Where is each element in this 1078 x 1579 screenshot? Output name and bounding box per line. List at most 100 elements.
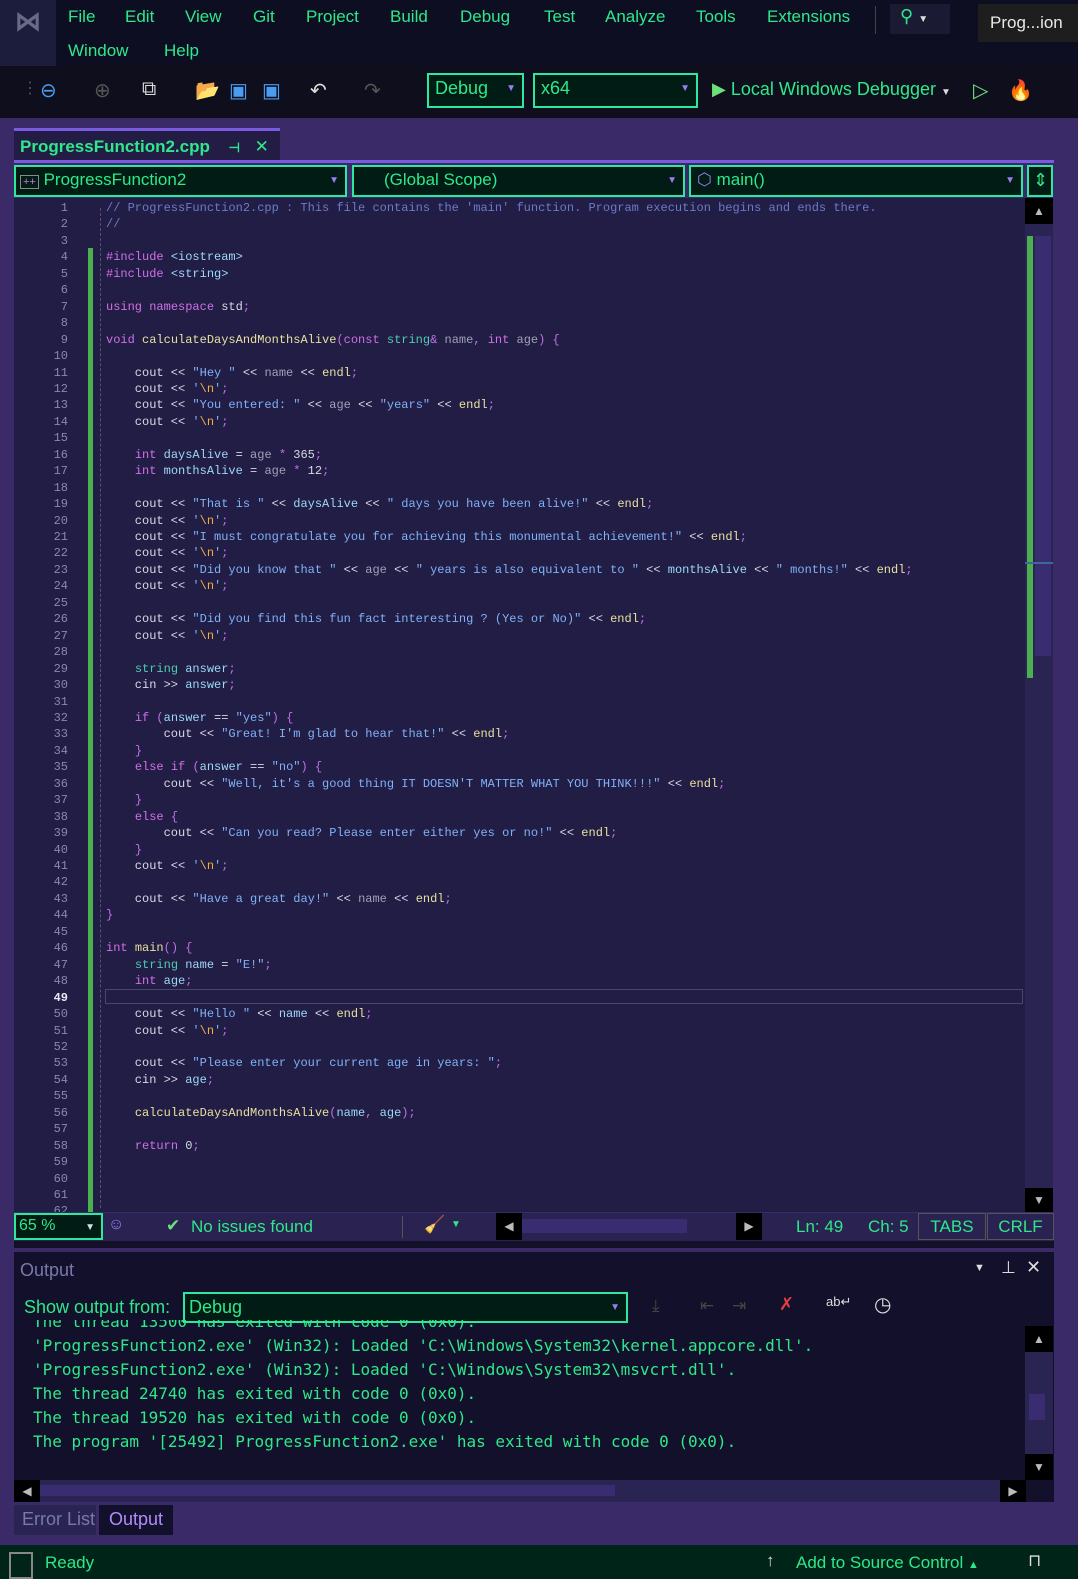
code-cleanup-icon[interactable]: 🧹 [424, 1215, 445, 1235]
code-line[interactable]: } [106, 842, 142, 858]
code-line[interactable]: // [106, 216, 120, 232]
start-debugger-button[interactable]: ▶ Local Windows Debugger ▼ [712, 79, 951, 100]
clock-icon[interactable]: ◷ [874, 1292, 891, 1317]
redo-icon[interactable]: ↷ [364, 78, 381, 103]
code-line[interactable]: cout << "You entered: " << age << "years… [106, 397, 495, 413]
code-line[interactable]: cout << "Well, it's a good thing IT DOES… [106, 776, 726, 792]
next-message-icon[interactable]: ⇥ [732, 1296, 746, 1316]
code-line[interactable]: int monthsAlive = age * 12; [106, 463, 329, 479]
menu-analyze[interactable]: Analyze [605, 7, 665, 27]
column-number[interactable]: Ch: 5 [868, 1217, 909, 1237]
chevron-down-icon[interactable]: ▼ [451, 1219, 461, 1230]
scroll-thumb[interactable] [1029, 1394, 1045, 1420]
close-icon[interactable]: ✕ [1026, 1257, 1041, 1278]
visual-studio-logo-icon[interactable]: ⋈ [0, 0, 56, 66]
scroll-left-icon[interactable]: ◀ [496, 1213, 522, 1240]
code-editor[interactable]: 1 // ProgressFunction2.cpp : This file co… [14, 198, 1025, 1212]
scroll-up-icon[interactable]: ▲ [1025, 198, 1053, 224]
menu-project[interactable]: Project [306, 7, 359, 27]
open-folder-icon[interactable]: 📂 [195, 78, 220, 103]
tab-progressfunction2-cpp[interactable]: ProgressFunction2.cpp ⊣ ✕ [14, 128, 280, 162]
split-editor-button[interactable]: ⇕ [1027, 165, 1053, 197]
code-line[interactable]: cout << "Have a great day!" << name << e… [106, 891, 452, 907]
code-line[interactable]: else { [106, 809, 178, 825]
save-all-icon[interactable]: ▣ [262, 78, 281, 103]
undo-icon[interactable]: ↶ [310, 78, 327, 103]
solution-title[interactable]: Prog...ion [978, 4, 1078, 42]
scroll-thumb[interactable] [1035, 236, 1051, 656]
close-icon[interactable]: ✕ [255, 137, 269, 156]
intellicode-icon[interactable]: ☺ [108, 1216, 124, 1234]
previous-message-icon[interactable]: ⇤ [700, 1296, 714, 1316]
issues-status[interactable]: No issues found [191, 1217, 313, 1237]
menu-file[interactable]: File [68, 7, 95, 27]
code-line[interactable]: cout << "Did you know that " << age << "… [106, 562, 913, 578]
scroll-down-icon[interactable]: ▼ [1025, 1188, 1053, 1212]
tab-output[interactable]: Output [99, 1505, 173, 1535]
code-line[interactable]: int age; [106, 973, 193, 989]
code-line[interactable]: cout << "Can you read? Please enter eith… [106, 825, 618, 841]
code-line[interactable]: using namespace std; [106, 299, 250, 315]
code-line[interactable]: else if (answer == "no") { [106, 759, 322, 775]
scroll-left-icon[interactable]: ◀ [14, 1480, 40, 1502]
scroll-down-icon[interactable]: ▼ [1025, 1454, 1053, 1480]
repository-icon[interactable]: ⊓ [1028, 1551, 1041, 1571]
toolbar-grip-icon[interactable]: ⋮ [22, 78, 38, 98]
menu-edit[interactable]: Edit [125, 7, 154, 27]
code-line[interactable]: cin >> answer; [106, 677, 236, 693]
code-line[interactable]: calculateDaysAndMonthsAlive(name, age); [106, 1105, 416, 1121]
pin-icon[interactable]: ⊣ [229, 140, 240, 155]
tab-error-list[interactable]: Error List [14, 1505, 96, 1535]
clear-all-icon[interactable]: ✗ [779, 1294, 794, 1315]
notifications-icon[interactable] [9, 1552, 33, 1579]
configuration-dropdown[interactable]: Debug ▼ [427, 73, 524, 108]
menu-build[interactable]: Build [390, 7, 428, 27]
menu-git[interactable]: Git [253, 7, 275, 27]
add-to-source-control-button[interactable]: Add to Source Control ▲ [796, 1553, 979, 1573]
code-line[interactable]: // ProgressFunction2.cpp : This file con… [106, 200, 877, 216]
platform-dropdown[interactable]: x64 ▼ [533, 73, 698, 108]
editor-vertical-scrollbar[interactable]: ▲ ▼ [1025, 198, 1053, 1212]
code-line[interactable]: cout << "I must congratulate you for ach… [106, 529, 747, 545]
output-text[interactable]: The thread 13500 has exited with code 0 … [0, 1320, 1010, 1478]
code-line[interactable]: cout << '\n'; [106, 545, 229, 561]
code-line[interactable]: cout << '\n'; [106, 578, 229, 594]
code-line[interactable]: #include <string> [106, 266, 228, 282]
output-horizontal-scrollbar[interactable]: ◀ ▶ [14, 1480, 1026, 1502]
code-line[interactable]: string name = "E!"; [106, 957, 272, 973]
code-line[interactable]: cout << "Great! I'm glad to hear that!" … [106, 726, 510, 742]
word-wrap-icon[interactable]: ab↵ [826, 1294, 851, 1310]
back-icon[interactable]: ⊖ [40, 78, 57, 103]
menu-help[interactable]: Help [164, 41, 199, 61]
code-line[interactable]: cout << '\n'; [106, 1023, 229, 1039]
code-line[interactable]: cout << '\n'; [106, 858, 229, 874]
code-line[interactable]: } [106, 792, 142, 808]
start-without-debugging-icon[interactable]: ▷ [973, 78, 988, 103]
menu-view[interactable]: View [185, 7, 222, 27]
code-line[interactable]: cout << "That is " << daysAlive << " day… [106, 496, 654, 512]
chevron-down-icon[interactable]: ▼ [974, 1262, 985, 1274]
code-line[interactable]: string answer; [106, 661, 236, 677]
code-line[interactable]: void calculateDaysAndMonthsAlive(const s… [106, 332, 560, 348]
code-line[interactable]: } [106, 743, 142, 759]
line-endings-button[interactable]: CRLF [987, 1213, 1054, 1240]
menu-debug[interactable]: Debug [460, 7, 510, 27]
scroll-right-icon[interactable]: ▶ [736, 1213, 762, 1240]
menu-tools[interactable]: Tools [696, 7, 736, 27]
go-to-line-icon[interactable]: ⤓ [652, 1296, 660, 1316]
project-dropdown[interactable]: ++ ProgressFunction2 ▼ [14, 165, 347, 197]
pin-icon[interactable]: ⊥ [1001, 1258, 1016, 1278]
code-line[interactable]: cout << "Please enter your current age i… [106, 1055, 502, 1071]
code-line[interactable]: cin >> age; [106, 1072, 214, 1088]
code-line[interactable]: } [106, 907, 113, 923]
code-line[interactable]: return 0; [106, 1138, 200, 1154]
code-line[interactable]: cout << "Hello " << name << endl; [106, 1006, 373, 1022]
code-line[interactable]: #include <iostream> [106, 249, 243, 265]
scroll-thumb[interactable] [40, 1485, 615, 1496]
code-line[interactable]: cout << '\n'; [106, 628, 229, 644]
line-number[interactable]: Ln: 49 [796, 1217, 843, 1237]
indentation-button[interactable]: TABS [918, 1213, 986, 1240]
output-source-dropdown[interactable]: Debug ▼ [183, 1292, 628, 1323]
code-line[interactable]: cout << "Hey " << name << endl; [106, 365, 358, 381]
forward-icon[interactable]: ⊕ [94, 78, 111, 103]
